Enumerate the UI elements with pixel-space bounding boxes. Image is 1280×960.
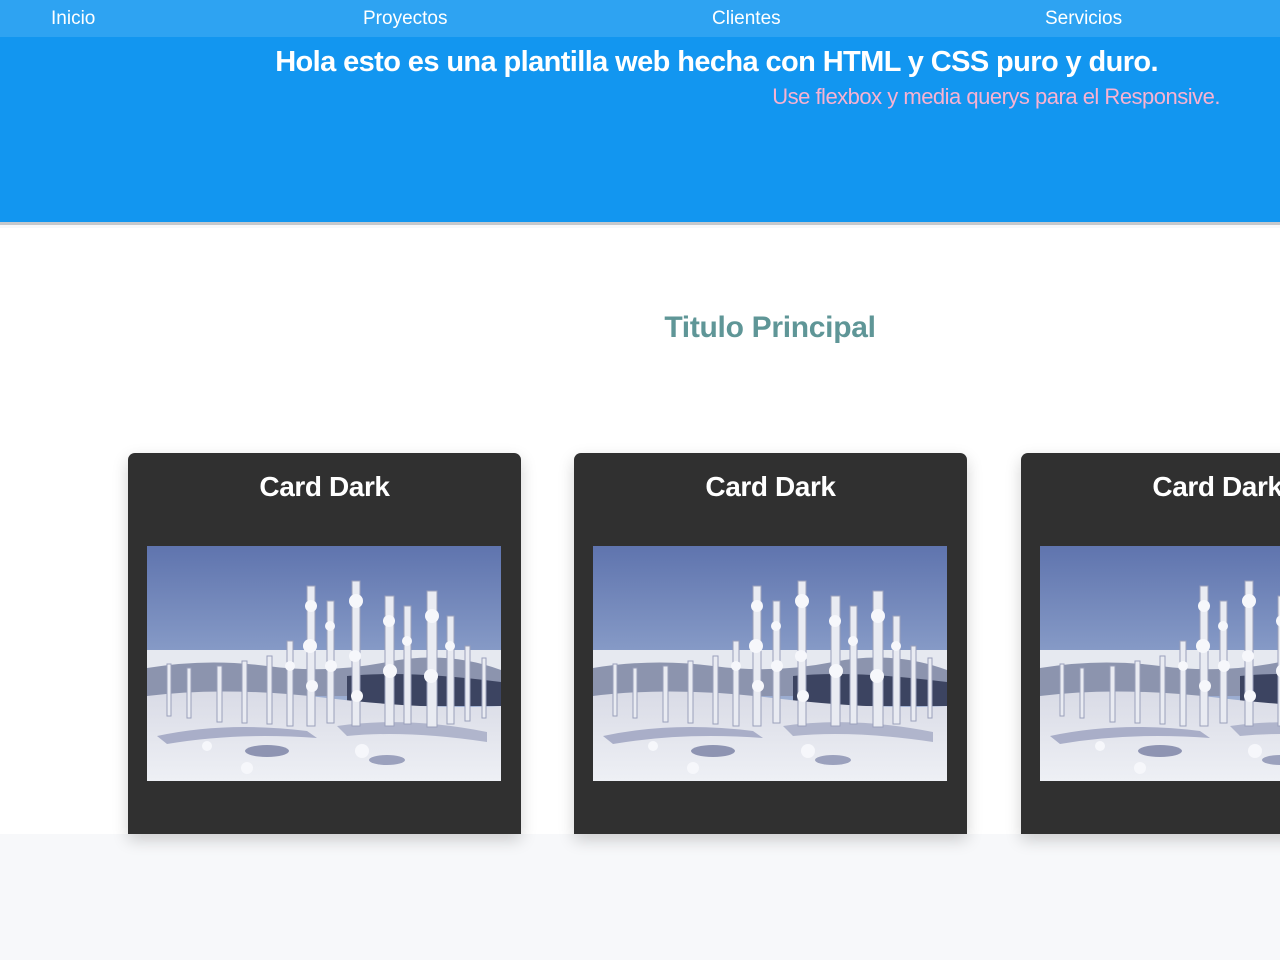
card: Card Dark — [1021, 453, 1280, 834]
main-content: Titulo Principal Card Dark Card Dark Car… — [0, 228, 1280, 834]
main-title: Titulo Principal — [664, 311, 876, 344]
hero-subtitle: Use flexbox y media querys para el Respo… — [772, 84, 1220, 109]
nav-item-inicio[interactable]: Inicio — [51, 8, 95, 30]
nav-item-servicios[interactable]: Servicios — [1045, 8, 1122, 30]
site-header: Inicio Proyectos Clientes Servicios Hola… — [0, 0, 1280, 225]
nav-item-clientes[interactable]: Clientes — [712, 8, 781, 30]
card-title: Card Dark — [259, 471, 390, 502]
snowy-forest-image — [147, 546, 501, 781]
card: Card Dark — [574, 453, 967, 834]
card-title: Card Dark — [1152, 471, 1280, 502]
card: Card Dark — [128, 453, 521, 834]
hero-title: Hola esto es una plantilla web hecha con… — [275, 46, 1158, 78]
snowy-forest-image — [593, 546, 947, 781]
nav-item-proyectos[interactable]: Proyectos — [363, 8, 447, 30]
card-title: Card Dark — [705, 471, 836, 502]
snowy-forest-image — [1040, 546, 1280, 781]
navbar: Inicio Proyectos Clientes Servicios — [0, 0, 1280, 37]
page: Inicio Proyectos Clientes Servicios Hola… — [0, 0, 1280, 960]
